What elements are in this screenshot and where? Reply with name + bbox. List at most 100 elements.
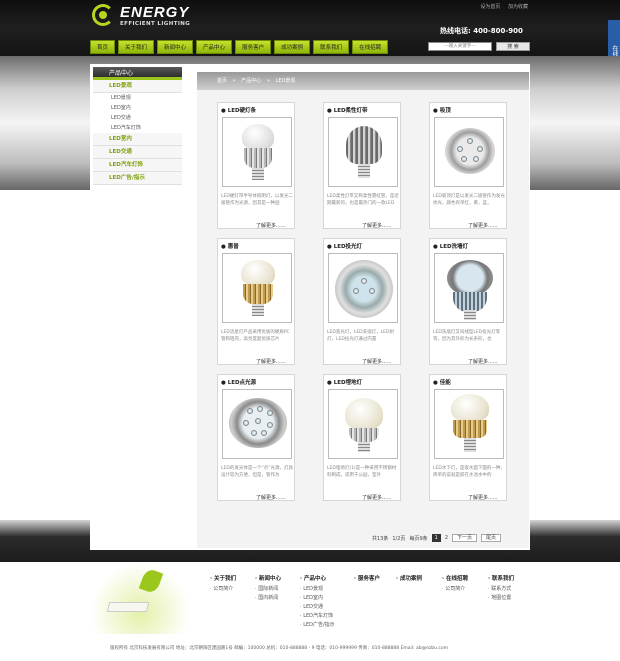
footer-heading[interactable]: · 成功案例 [396,574,422,582]
set-homepage-link[interactable]: 设为首页 [480,4,500,10]
nav-products[interactable]: 产品中心 [196,40,233,54]
product-description: LED柔性灯带又称柔性霓虹管，是近期最新的，也是最热门的一款LED [327,194,399,206]
product-card[interactable]: ● 佳能 LED水下灯，是嵌水面下面的一种，简单的说就是嵌在水池水中的 了解更多… [429,374,507,501]
search-button[interactable]: 搜 索 [496,42,530,51]
product-title[interactable]: ● 惠普 [221,242,239,250]
product-card[interactable]: ● LED埋地灯 LED埋地灯(1)是一种采用不锈钢材料制成，适用于公园，室外 … [323,374,401,501]
product-card[interactable]: ● 吸顶 LED吸顶灯是以发光二极管作为发光体光，颜色有单红，黄，蓝， 了解更多… [429,102,507,229]
product-image[interactable] [222,253,292,323]
page-2-button[interactable]: 2 [445,535,448,541]
product-image[interactable] [222,117,292,187]
footer-col-contact: · 联系我们 · 联系方式 · 地图位置 [488,574,514,603]
add-favorite-link[interactable]: 加为收藏 [508,4,528,10]
product-title[interactable]: ● LED埋地灯 [327,378,362,386]
learn-more-link[interactable]: 了解更多...... [362,358,392,365]
footer-heading[interactable]: · 关于我们 [210,574,236,582]
product-description: LED流星灯产品采用优质的硬质PC管和铝壳，高亮度超优质芯片 [221,330,290,342]
footer-col-cases: · 成功案例 [396,574,422,585]
sidebar-cat-auto[interactable]: LED汽车灯饰 [93,159,182,172]
product-title[interactable]: ● LED洗墙灯 [433,242,468,250]
logo-title: ENERGY [120,4,190,21]
nav-service[interactable]: 服务客户 [235,40,272,54]
footer-link[interactable]: · 国内新闻 [255,594,281,603]
sidebar-cat-landscape[interactable]: LED景观 [93,80,182,93]
product-image[interactable] [434,117,504,187]
product-image[interactable] [328,253,398,323]
next-page-button[interactable]: 下一页 [452,534,478,542]
sidebar-cat-traffic[interactable]: LED交通 [93,146,182,159]
breadcrumb-products[interactable]: 产品中心 [241,78,261,84]
learn-more-link[interactable]: 了解更多...... [362,222,392,229]
product-description: LED的发光体是一个“点”光源，灯具设计较为方便，但是，管作为 [221,466,293,478]
product-image[interactable] [328,389,398,459]
product-card[interactable]: ● LED硬灯条 LED硬灯带半导体照明灯，以发光二极管作为光源，因其是一种固 … [217,102,295,229]
product-title[interactable]: ● LED硬灯条 [221,106,256,114]
sidebar-sub-item[interactable]: LED汽车灯饰 [93,123,182,133]
sprout-icon [138,567,164,595]
nav-contact[interactable]: 联系我们 [313,40,350,54]
breadcrumb-current: LED景观 [275,78,296,84]
sidebar-sub-item[interactable]: LED交通 [93,113,182,123]
footer-link[interactable]: · 公司简介 [210,585,236,594]
footer-heading[interactable]: · 新闻中心 [255,574,281,582]
learn-more-link[interactable]: 了解更多...... [362,494,392,501]
logo[interactable]: ENERGY EFFICIENT LIGHTING [92,4,192,30]
footer-heading[interactable]: · 产品中心 [300,574,335,582]
footer-heading[interactable]: · 服务客户 [354,574,380,582]
product-card[interactable]: ● LED投光灯 LED宽光灯，LED洗墙灯，LED射灯，LED投光灯通过内置 … [323,238,401,365]
product-card[interactable]: ● LED洗墙灯 LED洗墙灯又叫线型LED投光灯等等，因为其外形为长条形，也 … [429,238,507,365]
search-input[interactable]: —输入关键字— [428,42,492,51]
pagination: 共13条 1/2页 每页9条 1 2 下一页 尾页 [372,534,502,542]
learn-more-link[interactable]: 了解更多...... [468,222,498,229]
product-image[interactable] [328,117,398,187]
last-page-button[interactable]: 尾页 [481,534,502,542]
nav-cases[interactable]: 成功案例 [274,40,311,54]
product-card[interactable]: ● LED柔性灯带 LED柔性灯带又称柔性霓虹管，是近期最新的，也是最热门的一款… [323,102,401,229]
product-image[interactable] [434,389,504,459]
breadcrumb-home[interactable]: 首页 [217,78,227,84]
product-title[interactable]: ● 佳能 [433,378,451,386]
sidebar-sub-item[interactable]: LED室内 [93,103,182,113]
pagination-total: 共13条 [372,535,389,542]
product-title[interactable]: ● 吸顶 [433,106,451,114]
footer-col-about: · 关于我们 · 公司简介 [210,574,236,594]
footer-link[interactable]: · LED汽车灯饰 [300,612,335,621]
sidebar-cat-indoor[interactable]: LED室内 [93,133,182,146]
footer-heading[interactable]: · 联系我们 [488,574,514,582]
footer-link[interactable]: · LED广告/指示 [300,621,335,630]
footer-illustration [90,562,190,634]
nav-about[interactable]: 关于我们 [118,40,155,54]
product-description: LED硬灯带半导体照明灯，以发光二极管作为光源，因其是一种固 [221,194,293,206]
nav-news[interactable]: 新闻中心 [157,40,194,54]
nav-home[interactable]: 首页 [90,40,116,54]
footer-link[interactable]: · 公司简介 [442,585,468,594]
footer-link[interactable]: · LED室内 [300,594,335,603]
footer-link[interactable]: · 联系方式 [488,585,514,594]
page-1-button[interactable]: 1 [431,534,441,542]
product-image[interactable] [222,389,292,459]
book-icon [106,602,150,612]
product-image[interactable] [434,253,504,323]
product-title[interactable]: ● LED投光灯 [327,242,362,250]
footer-link[interactable]: · 国际新闻 [255,585,281,594]
footer-heading[interactable]: · 在线招聘 [442,574,468,582]
site-footer: · 关于我们 · 公司简介 · 新闻中心 · 国际新闻 · 国内新闻 · 产品中… [90,562,530,634]
sidebar-cat-ads[interactable]: LED广告/指示 [93,172,182,185]
product-title[interactable]: ● LED柔性灯带 [327,106,368,114]
learn-more-link[interactable]: 了解更多...... [256,222,286,229]
product-title[interactable]: ● LED点光源 [221,378,256,386]
breadcrumb: 首页 » 产品中心 » LED景观 [197,72,529,90]
footer-link[interactable]: · 地图位置 [488,594,514,603]
product-card[interactable]: ● LED点光源 LED的发光体是一个“点”光源，灯具设计较为方便，但是，管作为… [217,374,295,501]
learn-more-link[interactable]: 了解更多...... [256,358,286,365]
nav-jobs[interactable]: 在线招聘 [352,40,389,54]
footer-link[interactable]: · LED景观 [300,585,335,594]
product-card[interactable]: ● 惠普 LED流星灯产品采用优质的硬质PC管和铝壳，高亮度超优质芯片 了解更多… [217,238,295,365]
product-sidebar: 产品中心 LED景观 LED景观 LED室内 LED交通 LED汽车灯饰 LED… [93,67,182,185]
learn-more-link[interactable]: 了解更多...... [468,494,498,501]
learn-more-link[interactable]: 了解更多...... [256,494,286,501]
sidebar-sub-item[interactable]: LED景观 [93,93,182,103]
footer-link[interactable]: · LED交通 [300,603,335,612]
hotline: 热线电话: 400-800-900 [440,27,523,35]
learn-more-link[interactable]: 了解更多...... [468,358,498,365]
